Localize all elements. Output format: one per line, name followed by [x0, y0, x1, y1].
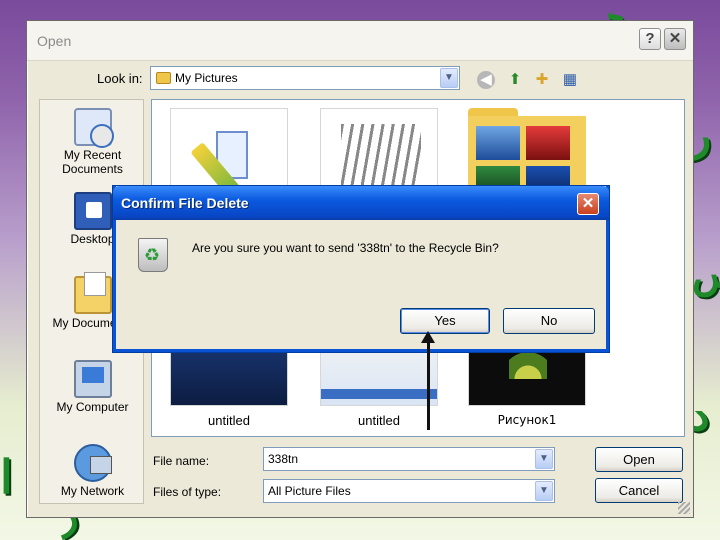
confirm-message: Are you sure you want to send '338tn' to… [192, 241, 499, 255]
pointer-arrow-shaft [427, 340, 430, 430]
file-type-dropdown[interactable]: All Picture Files ▼ [263, 479, 555, 503]
file-name-input[interactable]: 338tn ▼ [263, 447, 555, 471]
views-menu-icon[interactable]: ▦ [560, 71, 580, 89]
calligraphy-image [341, 124, 421, 194]
confirm-dialog-title: Confirm File Delete [121, 195, 249, 211]
look-in-dropdown[interactable]: My Pictures ▼ [150, 66, 460, 90]
place-label: My Computer [56, 400, 129, 414]
file-type-value: All Picture Files [268, 484, 351, 498]
cancel-button[interactable]: Cancel [595, 478, 683, 503]
file-name-label: untitled [358, 413, 400, 428]
file-name-label: Рисунок1 [497, 413, 557, 427]
folder-preview-image [476, 126, 520, 160]
close-button[interactable]: ✕ [664, 28, 686, 50]
file-name-label: untitled [208, 413, 250, 428]
confirm-close-button[interactable]: ✕ [577, 193, 599, 215]
file-name-value: 338tn [268, 452, 299, 466]
confirm-dialog-titlebar[interactable]: Confirm File Delete ✕ [113, 186, 609, 220]
resize-grip[interactable] [678, 502, 690, 514]
folder-icon [156, 72, 171, 84]
place-my-recent-documents[interactable]: My Recent Documents [40, 108, 145, 176]
open-button[interactable]: Open [595, 447, 683, 472]
my-documents-icon [73, 272, 112, 314]
recycle-bin-icon [138, 238, 168, 272]
decor-glyph: ﺱ [692, 250, 720, 297]
help-button[interactable]: ? [639, 28, 661, 50]
chevron-down-icon[interactable]: ▼ [440, 68, 458, 88]
my-network-icon [73, 444, 112, 482]
open-dialog-titlebar[interactable]: Open ? ✕ [27, 21, 693, 61]
look-in-label: Look in: [97, 71, 143, 86]
chevron-down-icon[interactable]: ▼ [535, 481, 553, 501]
file-type-field-label: Files of type: [153, 485, 222, 499]
place-my-network[interactable]: My Network [40, 444, 145, 498]
chevron-down-icon[interactable]: ▼ [535, 449, 553, 469]
confirm-delete-dialog: Confirm File Delete ✕ Are you sure you w… [113, 186, 609, 352]
place-label: My Network [60, 484, 125, 498]
folder-preview-image [526, 126, 570, 160]
back-arrow-icon[interactable]: ◀ [477, 71, 495, 89]
place-label: My Recent Documents [62, 148, 123, 176]
pointer-arrow-icon [421, 331, 435, 343]
file-name-field-label: File name: [153, 454, 210, 468]
no-button[interactable]: No [503, 308, 595, 334]
my-computer-icon [73, 360, 112, 398]
decor-glyph: ﺍ [0, 450, 13, 504]
look-in-value: My Pictures [175, 71, 238, 85]
new-folder-icon[interactable]: ✚ [532, 71, 552, 89]
desktop-icon [73, 192, 112, 230]
recent-documents-icon [73, 108, 114, 148]
open-dialog-title: Open [37, 33, 72, 49]
up-folder-icon[interactable]: ⬆ [505, 71, 525, 89]
place-my-computer[interactable]: My Computer [40, 360, 145, 414]
yes-button[interactable]: Yes [400, 308, 490, 334]
